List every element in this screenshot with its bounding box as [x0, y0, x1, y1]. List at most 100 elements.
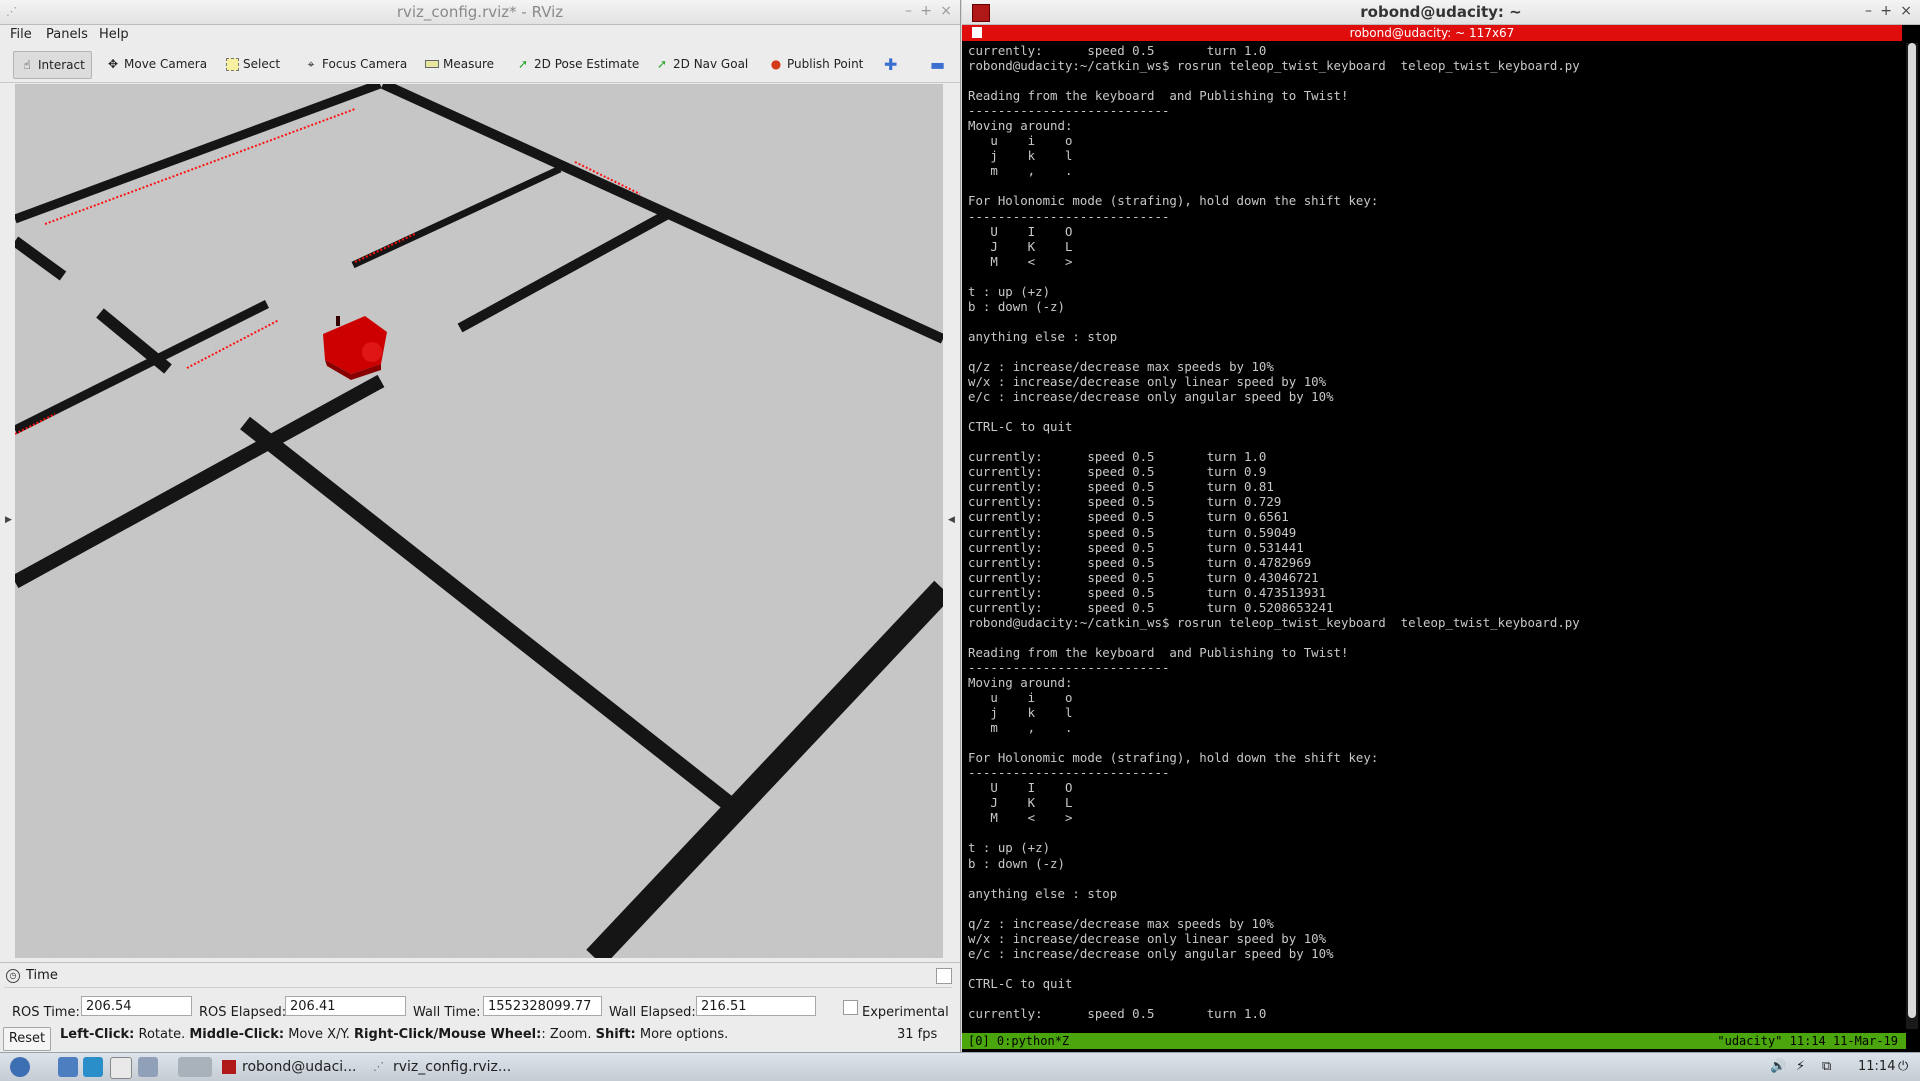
terminal-line: J K L [968, 238, 1073, 254]
terminal-line: m , . [968, 163, 1073, 179]
network-icon[interactable]: ⧉ [1822, 1059, 1831, 1074]
power-icon[interactable]: ⚡ [1796, 1059, 1805, 1074]
terminal-line: U I O [968, 780, 1073, 796]
tmux-status-left: [0] 0:python*Z [968, 1034, 1070, 1048]
file-manager-icon[interactable] [58, 1057, 78, 1077]
terminal-line: j k l [968, 705, 1073, 721]
menu-file[interactable]: File [10, 27, 32, 42]
experimental-checkbox[interactable] [843, 1000, 858, 1015]
ros-elapsed-label: ROS Elapsed: [199, 1005, 287, 1020]
tool-interact[interactable]: ☝ Interact [13, 51, 92, 79]
terminal-line: q/z : increase/decrease max speeds by 10… [968, 915, 1274, 931]
remove-tool-button[interactable]: ▬ [930, 51, 945, 77]
rviz-window: ⋰ rviz_config.rviz* - RViz – + × File Pa… [0, 0, 961, 1053]
ruler-icon [425, 60, 439, 68]
add-tool-button[interactable]: ✚ [884, 51, 897, 77]
reset-button[interactable]: Reset [3, 1027, 51, 1051]
terminal-minimize-button[interactable]: – [1865, 3, 1872, 19]
maximize-button[interactable]: + [920, 3, 932, 19]
minus-icon: ▬ [930, 54, 946, 74]
terminal-tab-bar[interactable]: robond@udacity: ~ 117x67 [962, 25, 1902, 41]
hand-icon: ☝ [23, 58, 31, 72]
robot-sensor [336, 316, 340, 326]
clock-icon: ◷ [6, 969, 20, 983]
terminal-line: m , . [968, 720, 1073, 736]
close-button[interactable]: × [940, 3, 952, 19]
tool-move-camera[interactable]: ✥ Move Camera [106, 51, 207, 77]
scrollbar-thumb[interactable] [1908, 43, 1916, 1018]
plus-icon: ✚ [884, 54, 898, 74]
goal-arrow-icon: ➚ [656, 57, 668, 71]
minimize-button[interactable]: – [905, 3, 912, 19]
tool-measure[interactable]: Measure [425, 51, 494, 77]
terminal-line: t : up (+z) [968, 840, 1051, 856]
terminal-line: currently: speed 0.5 turn 0.531441 [968, 539, 1304, 555]
browser-icon[interactable] [83, 1057, 103, 1077]
terminal-line: currently: speed 0.5 turn 0.729 [968, 494, 1282, 510]
terminal-maximize-button[interactable]: + [1880, 3, 1892, 19]
terminal-icon [222, 1060, 236, 1074]
wall-elapsed-label: Wall Elapsed: [609, 1005, 696, 1020]
terminal-line: u i o [968, 690, 1073, 706]
time-panel-toggle[interactable] [936, 968, 952, 984]
terminal-line: U I O [968, 223, 1073, 239]
terminal-line: u i o [968, 133, 1073, 149]
tool-select[interactable]: Select [226, 51, 280, 77]
mouse-hint-text: Left-Click: Rotate. Middle-Click: Move X… [60, 1027, 729, 1042]
terminal-line: currently: speed 0.5 turn 0.6561 [968, 509, 1289, 525]
ros-time-field[interactable]: 206.54 [81, 996, 192, 1016]
tool-2d-nav-goal[interactable]: ➚ 2D Nav Goal [655, 51, 748, 77]
terminal-line: w/x : increase/decrease only linear spee… [968, 930, 1327, 946]
collapse-left-icon[interactable]: ▶ [5, 515, 12, 525]
terminal-titlebar[interactable]: robond@udacity: ~ – + × [962, 0, 1920, 25]
tool-focus-camera[interactable]: ⌖ Focus Camera [304, 51, 408, 77]
rviz-window-title: rviz_config.rviz* - RViz [396, 3, 564, 21]
rviz-icon: ⋰ [373, 1060, 384, 1073]
select-icon [226, 57, 239, 71]
ros-elapsed-field[interactable]: 206.41 [285, 996, 406, 1016]
terminal-line: Moving around: [968, 118, 1073, 134]
3d-render-viewport[interactable] [15, 84, 943, 958]
menu-panels[interactable]: Panels [46, 27, 88, 42]
terminal-close-button[interactable]: × [1900, 3, 1912, 19]
wall-elapsed-field[interactable]: 216.51 [696, 996, 816, 1016]
terminal-line: e/c : increase/decrease only angular spe… [968, 945, 1334, 961]
rviz-launcher-icon[interactable] [138, 1057, 158, 1077]
terminal-line: Reading from the keyboard and Publishing… [968, 644, 1349, 660]
terminal-scrollbar[interactable] [1906, 43, 1918, 1029]
terminal-line: robond@udacity:~/catkin_ws$ rosrun teleo… [968, 614, 1580, 630]
wall-time-field[interactable]: 1552328099.77 [483, 996, 602, 1016]
tool-2d-pose-estimate[interactable]: ➚ 2D Pose Estimate [516, 51, 639, 77]
terminal-output[interactable]: currently: speed 0.5 turn 1.0 robond@udac… [968, 43, 1898, 1028]
terminal-tab-title: robond@udacity: ~ 117x67 [1349, 26, 1515, 40]
terminal-line: j k l [968, 148, 1073, 164]
experimental-label: Experimental [862, 1005, 949, 1020]
rviz-titlebar[interactable]: ⋰ rviz_config.rviz* - RViz – + × [0, 0, 960, 25]
desktop-switcher-icon[interactable] [178, 1057, 212, 1077]
robot-wheel [362, 342, 382, 362]
terminal-line: --------------------------- [968, 659, 1170, 675]
terminal-window-title: robond@udacity: ~ [1360, 3, 1522, 21]
collapse-right-icon[interactable]: ◀ [948, 515, 955, 525]
task-rviz[interactable]: ⋰ rviz_config.rviz... [373, 1056, 511, 1078]
shutdown-icon[interactable]: ⏻ [1898, 1059, 1908, 1074]
start-menu-icon[interactable] [10, 1057, 30, 1077]
tool-publish-point[interactable]: ● Publish Point [769, 51, 864, 77]
task-terminal[interactable]: robond@udaci... [222, 1056, 357, 1078]
volume-icon[interactable]: 🔊 [1770, 1059, 1786, 1074]
terminal-line: --------------------------- [968, 103, 1170, 119]
menu-help[interactable]: Help [99, 27, 129, 42]
terminal-line: t : up (+z) [968, 283, 1051, 299]
terminal-line: b : down (-z) [968, 298, 1065, 314]
clock-readout[interactable]: 11:14 [1858, 1059, 1895, 1074]
focus-icon: ⌖ [307, 57, 315, 71]
window-icon[interactable] [110, 1057, 132, 1079]
